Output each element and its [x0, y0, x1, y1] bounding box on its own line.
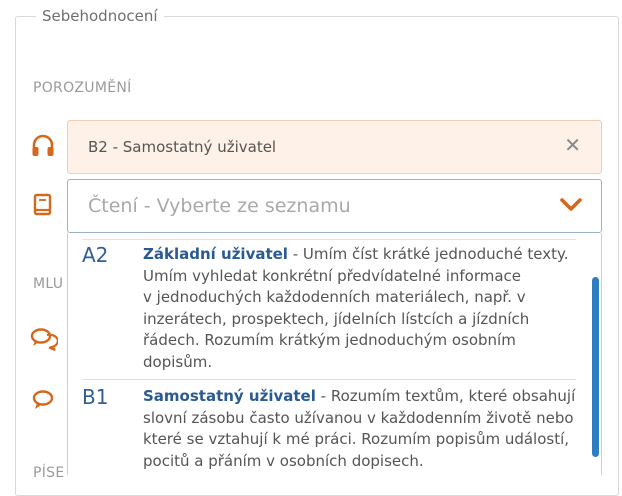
listening-selected-label: B2 - Samostatný uživatel — [88, 138, 277, 156]
section-title-understanding: POROZUMĚNÍ — [33, 80, 132, 96]
reading-select-placeholder: Čtení - Vyberte ze seznamu — [88, 195, 351, 217]
option-title: Základní uživatel — [143, 245, 288, 263]
headphones-icon — [30, 133, 56, 159]
option-code[interactable]: B1 — [82, 385, 108, 409]
listening-selected-value[interactable]: B2 - Samostatný uživatel ✕ — [67, 120, 602, 174]
fieldset-legend: Sebehodnocení — [36, 7, 164, 25]
chat-bubbles-icon — [30, 326, 58, 352]
book-icon — [30, 192, 56, 218]
option-b1[interactable]: Samostatný uživatel - Rozumím textům, kt… — [143, 386, 583, 472]
section-title-speaking: MLU — [33, 276, 64, 292]
section-title-writing: PÍSE — [33, 465, 65, 481]
chevron-down-icon[interactable] — [559, 197, 583, 217]
option-title: Samostatný uživatel — [143, 387, 316, 405]
dropdown-scrollbar[interactable] — [592, 277, 599, 457]
option-code[interactable]: A2 — [82, 243, 108, 267]
reading-select[interactable]: Čtení - Vyberte ze seznamu — [67, 179, 602, 233]
dropdown-divider — [82, 239, 576, 240]
reading-dropdown-list[interactable]: A2 Základní uživatel - Umím číst krátké … — [67, 233, 602, 475]
option-divider — [82, 379, 576, 380]
chat-bubble-icon — [30, 388, 56, 414]
option-a2[interactable]: Základní uživatel - Umím číst krátké jed… — [143, 244, 583, 374]
clear-selection-icon[interactable]: ✕ — [564, 134, 581, 156]
